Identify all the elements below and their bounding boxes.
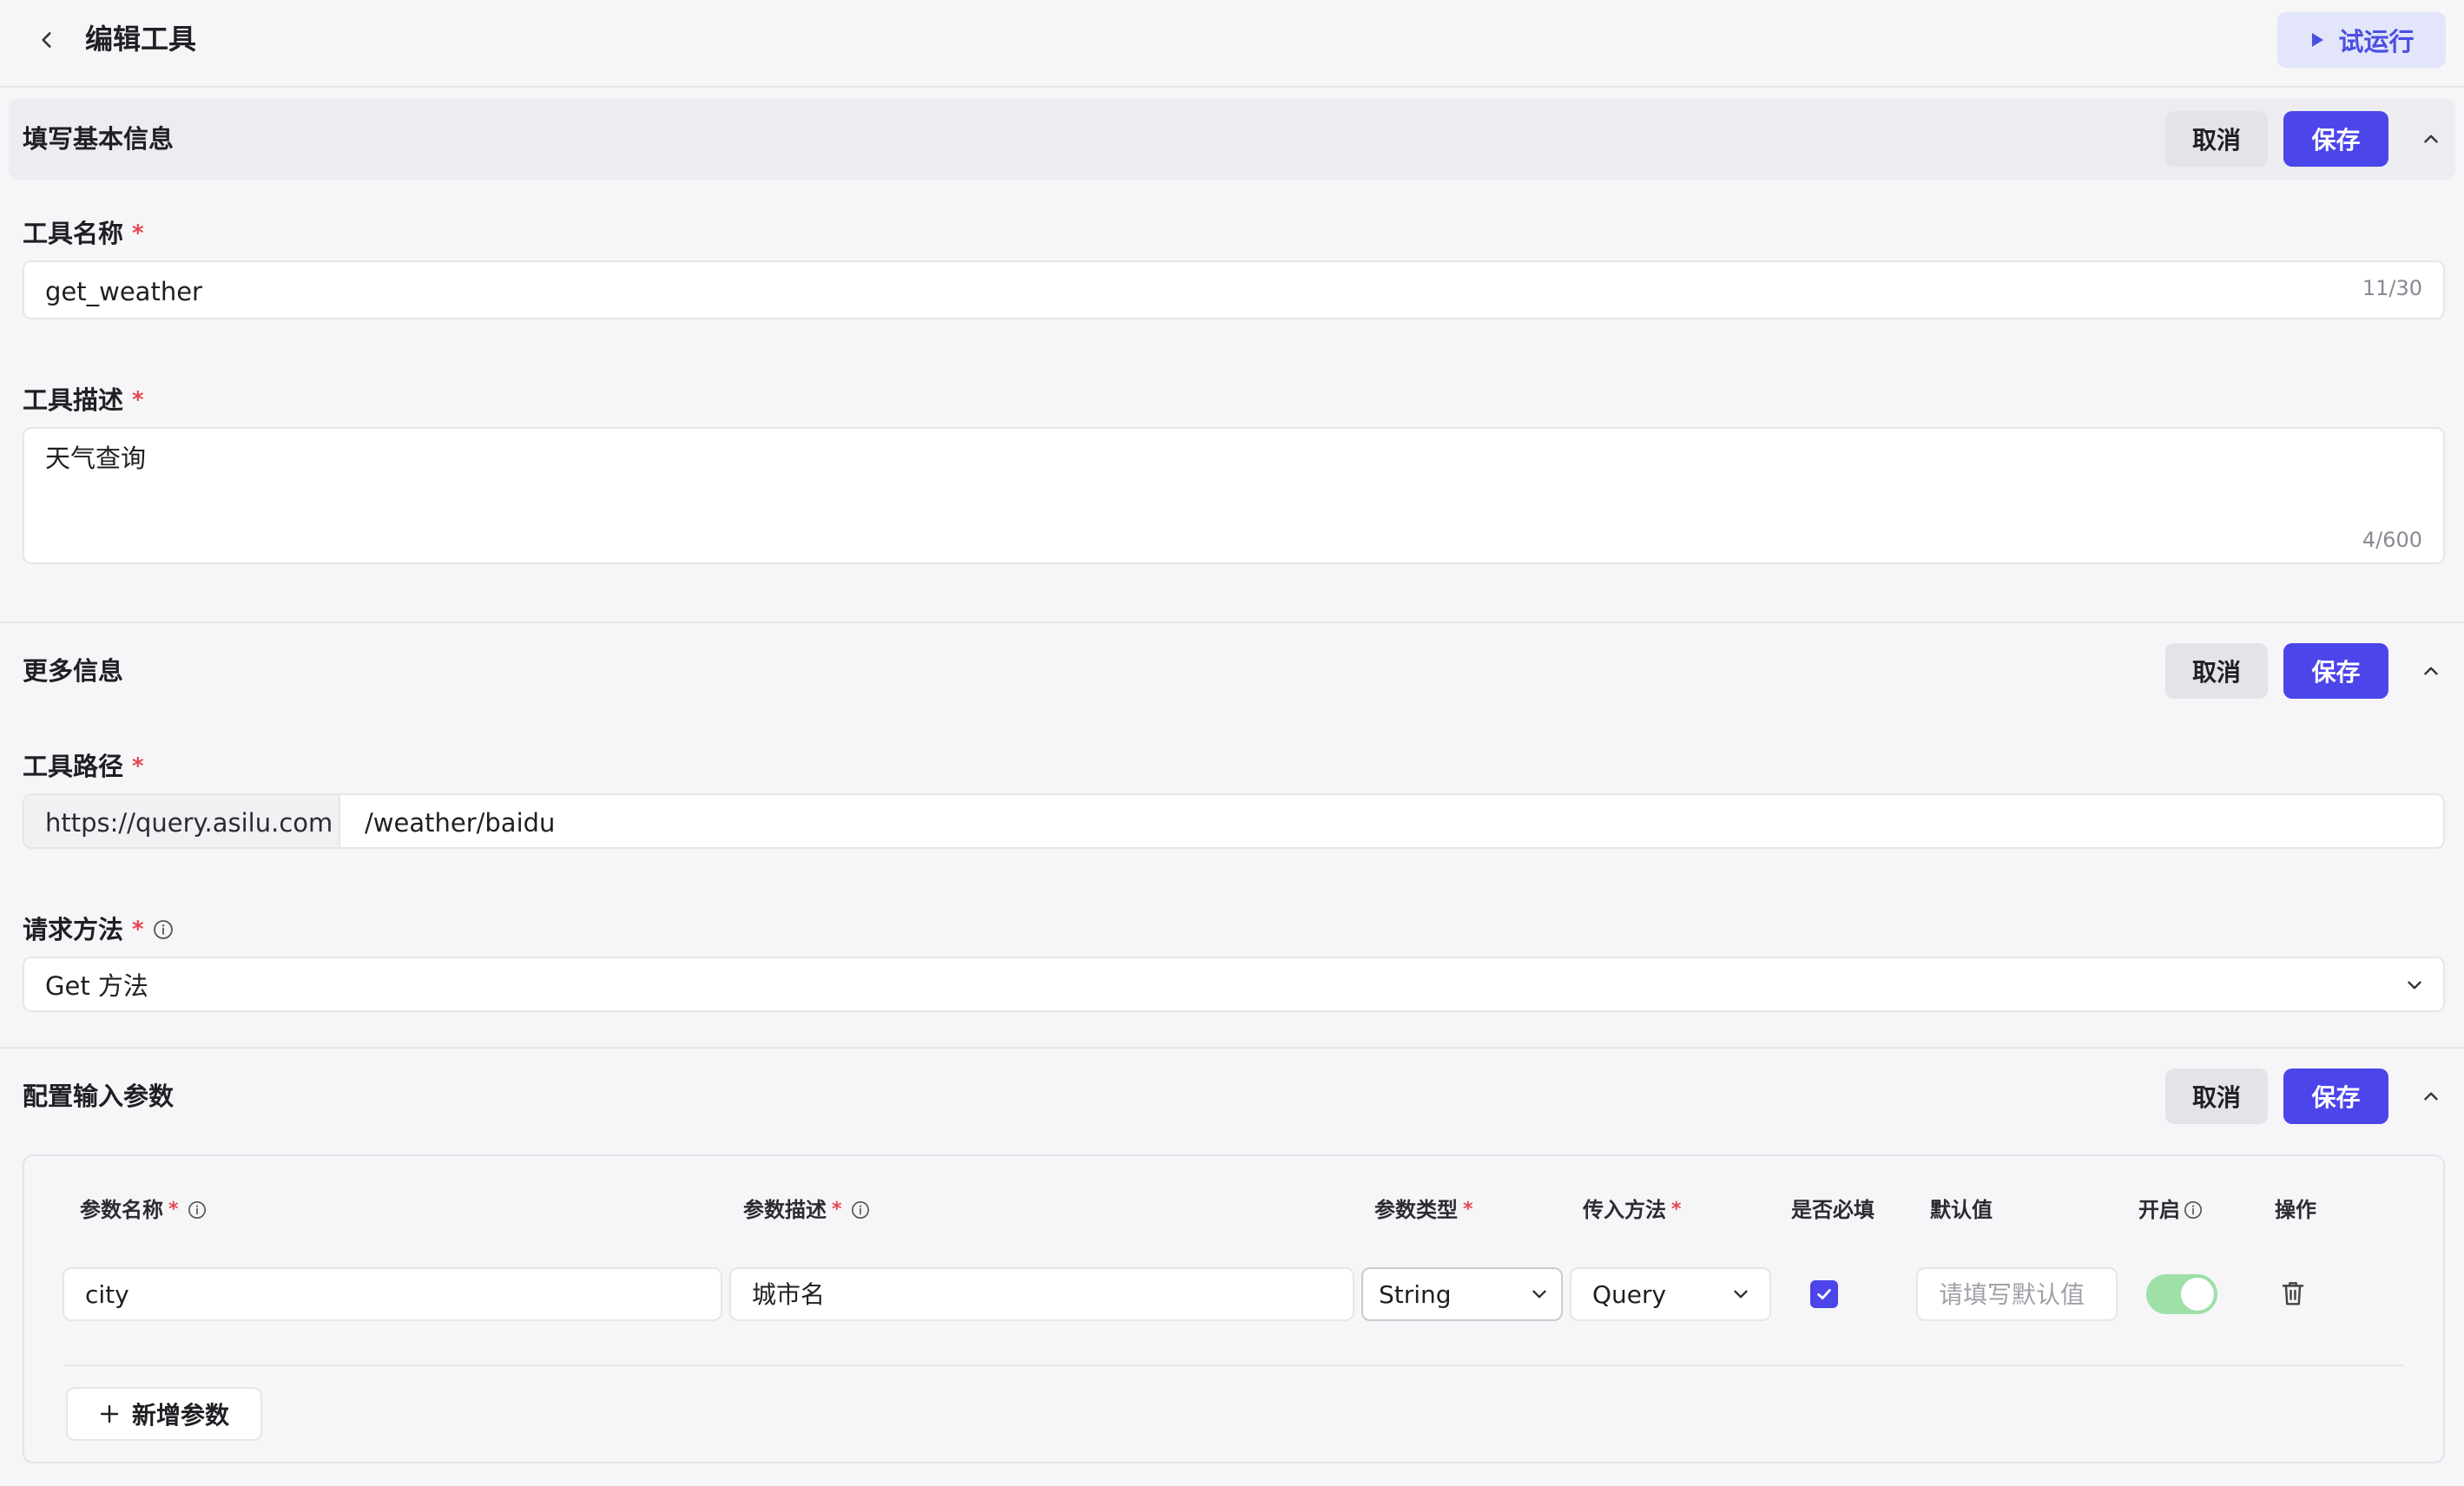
- tool-path-label: 工具路径*: [23, 748, 144, 785]
- required-mark: *: [132, 748, 144, 785]
- basic-save-button[interactable]: 保存: [2283, 111, 2388, 167]
- tool-desc-label: 工具描述*: [23, 382, 144, 418]
- info-icon[interactable]: [2184, 1200, 2203, 1220]
- more-info-title: 更多信息: [23, 653, 123, 689]
- chevron-up-icon[interactable]: [2416, 1082, 2446, 1111]
- param-type-select[interactable]: String: [1361, 1267, 1563, 1321]
- chevron-down-icon: [1728, 1281, 1754, 1307]
- params-title: 配置输入参数: [23, 1078, 174, 1114]
- toggle-knob: [2181, 1278, 2214, 1311]
- check-icon: [1815, 1285, 1834, 1304]
- params-cancel-button[interactable]: 取消: [2165, 1068, 2268, 1124]
- divider: [0, 621, 2464, 623]
- tool-name-value: get_weather: [45, 274, 202, 309]
- play-icon: [2309, 31, 2326, 49]
- request-method-label: 请求方法*: [23, 911, 174, 948]
- param-desc-input[interactable]: 城市名: [729, 1267, 1354, 1321]
- chevron-down-icon: [2401, 972, 2428, 998]
- more-save-button[interactable]: 保存: [2283, 643, 2388, 699]
- trash-icon[interactable]: [2280, 1279, 2306, 1307]
- param-default-input[interactable]: 请填写默认值: [1916, 1267, 2118, 1321]
- param-name-value: city: [85, 1278, 129, 1312]
- back-icon[interactable]: [30, 23, 64, 57]
- required-mark: *: [132, 215, 144, 252]
- tool-name-input[interactable]: get_weather 11/30: [23, 260, 2445, 319]
- basic-info-section-header: 填写基本信息 取消 保存: [9, 98, 2455, 180]
- info-icon[interactable]: [153, 919, 174, 940]
- param-default-placeholder: 请填写默认值: [1939, 1278, 2085, 1312]
- required-mark: *: [168, 1194, 179, 1226]
- info-icon[interactable]: [188, 1200, 207, 1220]
- col-header-enabled: 开启: [2138, 1194, 2203, 1226]
- chevron-up-icon[interactable]: [2416, 124, 2446, 154]
- param-method-value: Query: [1592, 1278, 1666, 1312]
- path-prefix-text: https://query.asilu.com: [45, 805, 333, 840]
- col-header-default: 默认值: [1930, 1194, 1993, 1226]
- required-mark: *: [832, 1194, 842, 1226]
- page-header: 编辑工具 试运行: [0, 0, 2464, 88]
- chevron-down-icon: [1526, 1281, 1552, 1307]
- more-info-section-header: 更多信息 取消 保存: [9, 630, 2455, 712]
- param-required-checkbox[interactable]: [1810, 1280, 1838, 1308]
- basic-info-title: 填写基本信息: [23, 121, 174, 157]
- plus-icon: [99, 1404, 120, 1424]
- tool-path-input[interactable]: https://query.asilu.com /weather/baidu: [23, 793, 2445, 849]
- try-run-label: 试运行: [2338, 22, 2414, 58]
- param-name-input[interactable]: city: [63, 1267, 722, 1321]
- divider: [0, 1047, 2464, 1049]
- col-header-actions: 操作: [2275, 1194, 2316, 1226]
- tool-name-counter: 11/30: [2362, 276, 2422, 300]
- col-header-type: 参数类型*: [1374, 1194, 1473, 1226]
- info-icon[interactable]: [851, 1200, 870, 1220]
- required-mark: *: [1463, 1194, 1473, 1226]
- required-mark: *: [1671, 1194, 1682, 1226]
- param-enabled-toggle[interactable]: [2146, 1274, 2217, 1314]
- basic-cancel-button[interactable]: 取消: [2165, 111, 2268, 167]
- params-section-header: 配置输入参数 取消 保存: [9, 1055, 2455, 1137]
- tool-desc-textarea[interactable]: 天气查询 4/600: [23, 427, 2445, 564]
- col-header-required: 是否必填: [1791, 1194, 1874, 1226]
- tool-path-value: /weather/baidu: [365, 805, 555, 840]
- request-method-select[interactable]: Get 方法: [23, 957, 2445, 1012]
- chevron-up-icon[interactable]: [2416, 656, 2446, 686]
- params-save-button[interactable]: 保存: [2283, 1068, 2388, 1124]
- param-method-select[interactable]: Query: [1570, 1267, 1771, 1321]
- col-header-desc: 参数描述*: [743, 1194, 870, 1226]
- tool-desc-counter: 4/600: [2362, 528, 2422, 552]
- col-header-name: 参数名称*: [80, 1194, 207, 1226]
- more-cancel-button[interactable]: 取消: [2165, 643, 2268, 699]
- param-desc-value: 城市名: [752, 1278, 825, 1312]
- tool-name-label: 工具名称*: [23, 215, 144, 252]
- request-method-value: Get 方法: [45, 969, 148, 1003]
- required-mark: *: [132, 911, 144, 948]
- required-mark: *: [132, 382, 144, 418]
- page-title: 编辑工具: [85, 19, 196, 59]
- tool-desc-value: 天气查询: [45, 441, 146, 476]
- param-type-value: String: [1379, 1278, 1452, 1312]
- add-param-button[interactable]: 新增参数: [66, 1387, 262, 1441]
- try-run-button[interactable]: 试运行: [2277, 12, 2446, 68]
- add-param-label: 新增参数: [132, 1397, 229, 1431]
- row-divider: [64, 1364, 2403, 1366]
- path-prefix: https://query.asilu.com: [24, 795, 340, 847]
- col-header-method: 传入方法*: [1583, 1194, 1682, 1226]
